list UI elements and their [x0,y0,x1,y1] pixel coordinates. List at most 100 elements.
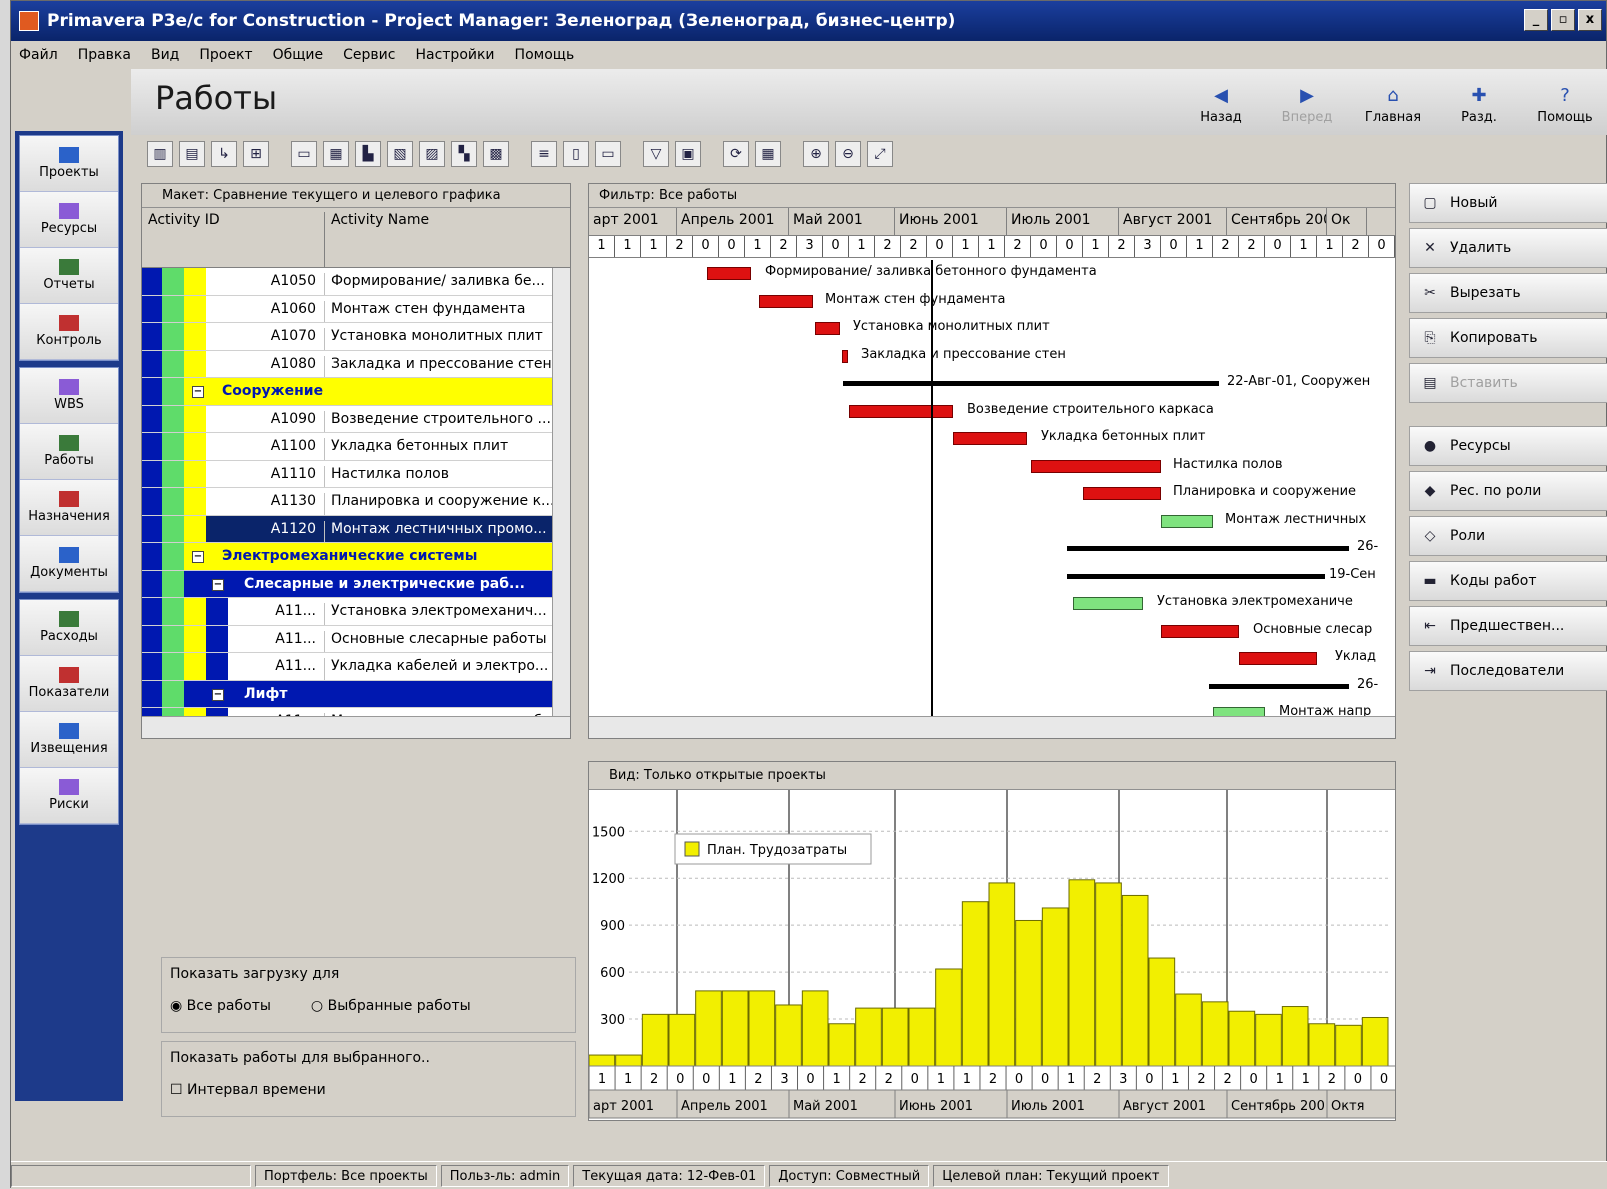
activity-bar[interactable] [953,432,1027,445]
gantt-view-icon[interactable]: ▙ [355,141,381,167]
table-row[interactable]: A1050 Формирование/ заливка бе... [142,268,570,296]
panel-button-paste[interactable]: ▤ Вставить [1409,363,1607,403]
panel-button-delete[interactable]: ✕ Удалить [1409,228,1607,268]
filter-icon[interactable]: ▽ [643,141,669,167]
minimize-button[interactable]: _ [1524,9,1548,31]
progress-line-icon[interactable]: ▭ [595,141,621,167]
menu-view[interactable]: Вид [151,47,179,63]
table-row[interactable]: A11... Основные слесарные работы [142,625,570,653]
menu-admin[interactable]: Настройки [415,47,494,63]
panel-button-cut[interactable]: ✂ Вырезать [1409,273,1607,313]
table-row[interactable]: A1100 Укладка бетонных плит [142,433,570,461]
table-row[interactable]: A1090 Возведение строительного ... [142,405,570,433]
collapse-icon[interactable]: − [212,578,224,591]
network-icon[interactable]: ▨ [419,141,445,167]
wbs-row[interactable]: − Электромеханические системы [142,543,570,571]
panel-button-new-doc[interactable]: ▢ Новый [1409,183,1607,223]
left-nav-issues[interactable]: Извещения [20,712,118,768]
table-icon[interactable]: ▭ [291,141,317,167]
left-nav-activities[interactable]: Работы [20,424,118,480]
zoom-out-icon[interactable]: ⊖ [835,141,861,167]
column-activity-id[interactable]: Activity ID [148,212,220,228]
table-horizontal-scrollbar[interactable] [142,716,570,738]
menu-edit[interactable]: Правка [78,47,131,63]
level-icon[interactable]: ▦ [755,141,781,167]
zoom-in-icon[interactable]: ⊕ [803,141,829,167]
filter-label[interactable]: Фильтр: Все работы [589,184,1395,208]
wbs-row[interactable]: − Лифт [142,680,570,708]
left-nav-thresholds[interactable]: Показатели [20,656,118,712]
panel-button-resource-by-role[interactable]: ◆ Рес. по роли [1409,471,1607,511]
save-layout-icon[interactable]: ▣ [675,141,701,167]
group-icon[interactable]: ⊞ [243,141,269,167]
panel-button-activity-codes[interactable]: ▬ Коды работ [1409,561,1607,601]
table-row[interactable]: A1120 Монтаж лестничных промо... [142,515,570,543]
panel-button-copy[interactable]: ⎘ Копировать [1409,318,1607,358]
menu-tools[interactable]: Сервис [343,47,395,63]
activity-bar[interactable] [1031,459,1161,473]
activity-bar[interactable] [707,267,751,280]
top-nav-back-arrow[interactable]: ◀ Назад [1178,75,1264,131]
view-label[interactable]: Вид: Только открытые проекты [589,762,1395,790]
table-row[interactable]: A1070 Установка монолитных плит [142,323,570,351]
panel-button-successors[interactable]: ⇥ Последователи [1409,651,1607,691]
left-nav-assignments[interactable]: Назначения [20,480,118,536]
close-button[interactable]: x [1578,9,1602,31]
relationship-icon[interactable]: ↳ [211,141,237,167]
menu-file[interactable]: Файл [19,47,58,63]
menu-enterprise[interactable]: Общие [273,47,324,63]
left-nav-reports[interactable]: Отчеты [20,248,118,304]
menu-help[interactable]: Помощь [515,47,575,63]
activity-bar[interactable] [849,404,953,418]
left-nav-expenses[interactable]: Расходы [20,600,118,656]
zoom-fit-icon[interactable]: ⤢ [867,141,893,167]
left-nav-documents[interactable]: Документы [20,536,118,592]
layout-icon[interactable]: ▤ [179,141,205,167]
top-nav-home[interactable]: ⌂ Главная [1350,75,1436,131]
profile-icon[interactable]: ▩ [483,141,509,167]
timescale-icon[interactable]: ▯ [563,141,589,167]
activity-bar[interactable] [1161,624,1239,638]
grid-view-icon[interactable]: ▦ [323,141,349,167]
wbs-row[interactable]: − Сооружение [142,378,570,406]
table-row[interactable]: A11... Установка электромеханич... [142,598,570,626]
table-row[interactable]: A1130 Планировка и сооружение к... [142,488,570,516]
schedule-icon[interactable]: ⟳ [723,141,749,167]
left-nav-projects[interactable]: Проекты [20,136,118,192]
table-vertical-scrollbar[interactable] [552,268,570,716]
table-row[interactable]: A1060 Монтаж стен фундамента [142,295,570,323]
summary-bar[interactable] [1067,573,1325,579]
column-activity-name[interactable]: Activity Name [324,212,429,268]
activity-bar[interactable] [815,322,840,335]
collapse-icon[interactable]: − [192,551,204,563]
summary-bar[interactable] [1209,683,1349,689]
collapse-icon[interactable]: − [192,386,204,398]
wbs-row[interactable]: − Слесарные и электрические раб... [142,570,570,598]
activity-bar[interactable] [759,294,813,308]
panel-button-resource[interactable]: ● Ресурсы [1409,426,1607,466]
summary-bar[interactable] [843,381,1219,386]
top-nav-help[interactable]: ? Помощь [1522,75,1607,131]
trace-icon[interactable]: ▚ [451,141,477,167]
left-nav-tracking[interactable]: Контроль [20,304,118,360]
panel-button-roles[interactable]: ◇ Роли [1409,516,1607,556]
bars-icon[interactable]: ≡ [531,141,557,167]
top-nav-directory[interactable]: ✚ Разд. [1436,75,1522,131]
left-nav-wbs[interactable]: WBS [20,368,118,424]
table-row[interactable]: A11... Укладка кабелей и электро... [142,653,570,681]
activity-bar[interactable] [1073,597,1143,610]
radio-selected-activities[interactable]: ○ Выбранные работы [311,998,471,1014]
panel-button-predecessors[interactable]: ⇤ Предшествен... [1409,606,1607,646]
menu-project[interactable]: Проект [199,47,252,63]
collapse-icon[interactable]: − [212,688,224,701]
restore-button[interactable]: ▫ [1551,9,1575,31]
left-nav-resources[interactable]: Ресурсы [20,192,118,248]
left-nav-risks[interactable]: Риски [20,768,118,824]
activity-bar[interactable] [1161,514,1213,528]
top-nav-forward-arrow[interactable]: ▶ Вперед [1264,75,1350,131]
activity-bar[interactable] [1239,652,1317,665]
details-icon[interactable]: ▧ [387,141,413,167]
table-row[interactable]: A1110 Настилка полов [142,460,570,488]
activity-bar[interactable] [1083,487,1161,500]
gantt-horizontal-scrollbar[interactable] [589,716,1395,738]
